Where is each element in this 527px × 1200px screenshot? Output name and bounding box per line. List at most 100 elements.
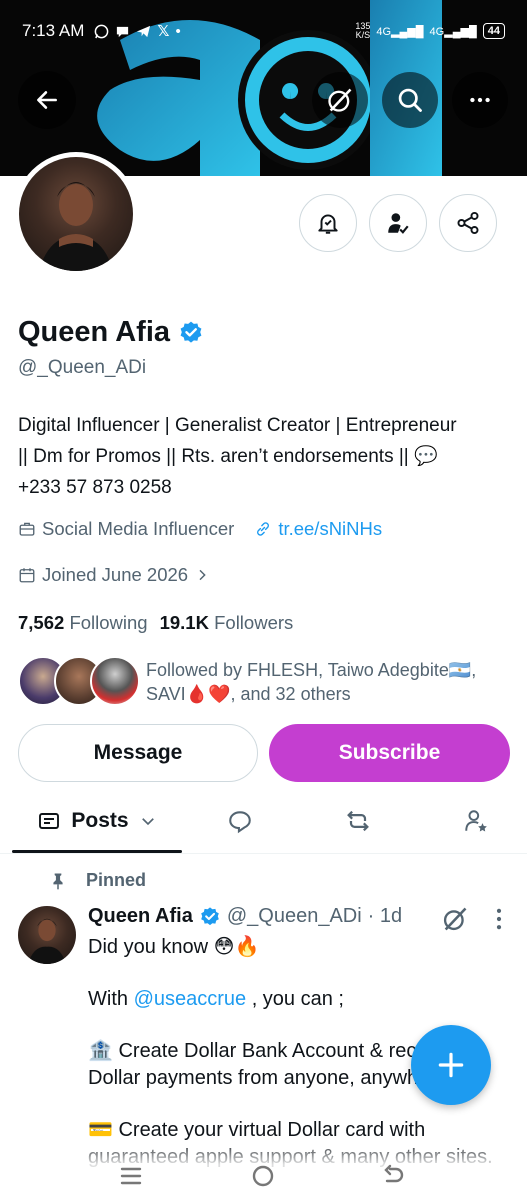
compose-button[interactable] [411, 1025, 491, 1105]
following-button[interactable] [369, 194, 427, 252]
followers-label: Followers [214, 612, 294, 633]
verified-badge-icon [201, 906, 219, 925]
following-label: Following [69, 612, 148, 633]
active-tab-indicator [12, 850, 182, 853]
status-notification-icons: 𝕏 • [94, 22, 181, 40]
followers-stat[interactable]: 19.1K Followers [160, 612, 294, 634]
followed-by-text: Followed by FHLESH, Taiwo Adegbite🇦🇷, SA… [146, 658, 521, 706]
post-header: Queen Afia @_Queen_ADi · 1d [88, 905, 402, 928]
home-circle-icon [252, 1165, 274, 1187]
tab-replies[interactable] [210, 790, 270, 852]
posts-icon [39, 813, 60, 829]
followed-by-line: SAVI🩸❤️, and 32 others [146, 684, 351, 704]
whatsapp-icon [95, 24, 109, 38]
nav-home-button[interactable] [243, 1158, 283, 1194]
bio-line: || Dm for Promos || Rts. aren’t endorsem… [18, 446, 438, 467]
status-time: 7:13 AM [22, 21, 85, 40]
back-button[interactable] [18, 71, 76, 129]
plus-icon [438, 1052, 464, 1078]
search-icon [398, 88, 422, 112]
post-text: , you can ; [246, 988, 344, 1010]
more-icon [470, 97, 490, 103]
pin-icon [53, 873, 63, 889]
profile-tabs: Posts [0, 790, 527, 854]
joined-date: Joined June 2026 [42, 564, 189, 585]
post-mention[interactable]: @useaccrue [134, 988, 247, 1010]
share-icon [457, 211, 479, 235]
chat-icon [117, 26, 129, 37]
following-stat[interactable]: 7,562 Following [18, 612, 148, 634]
message-button[interactable]: Message [18, 724, 258, 782]
name-row: Queen Afia [18, 316, 204, 349]
profile-handle: @_Queen_ADi [18, 357, 147, 378]
grok-icon [328, 88, 352, 112]
post-line: Did you know 😳🔥 [88, 936, 260, 958]
signal-2: 4G▂▄▆█ [429, 25, 477, 38]
recents-icon [120, 1167, 142, 1185]
bio-line: Digital Influencer | Generalist Creator … [18, 415, 457, 436]
verified-badge-icon[interactable] [178, 320, 204, 346]
post-author-name[interactable]: Queen Afia [88, 905, 193, 928]
followers-count: 19.1K [159, 612, 209, 633]
joined-row[interactable]: Joined June 2026 [18, 564, 210, 586]
signal-2-label: 4G [429, 25, 445, 38]
calendar-icon [19, 568, 35, 583]
nav-recents-button[interactable] [111, 1158, 151, 1194]
bio-phone[interactable]: +233 57 873 0258 [18, 472, 513, 503]
profile-category: Social Media Influencer [42, 518, 235, 539]
status-right: 135 K/S 4G▂▄▆█ 4G▂▄▆█ 44 [355, 22, 505, 40]
post-text: With [88, 988, 134, 1010]
battery-icon: 44 [482, 23, 505, 39]
profile-link[interactable]: tr.ee/sNiNHs [278, 518, 382, 540]
tab-posts-label: Posts [71, 809, 129, 832]
x-logo-icon: 𝕏 [157, 23, 170, 40]
post-avatar-figure [28, 918, 66, 964]
profile-banner[interactable]: 7:13 AM 𝕏 • 135 K/S 4G▂▄▆█ 4G▂▄▆█ 44 [0, 0, 527, 176]
pinned-indicator: Pinned [48, 870, 146, 891]
dot-icon: • [175, 22, 181, 40]
nav-back-button[interactable] [374, 1158, 414, 1194]
net-speed-unit: K/S [355, 30, 371, 40]
more-vertical-icon [496, 908, 502, 930]
back-arrow-icon [384, 1164, 404, 1183]
follow-stats: 7,562 Following 19.1K Followers [18, 612, 293, 634]
briefcase-icon [19, 522, 35, 536]
chevron-right-icon [199, 569, 206, 581]
chevron-down-icon [141, 818, 154, 826]
tab-posts[interactable]: Posts [12, 790, 182, 852]
search-button[interactable] [382, 72, 438, 128]
display-name: Queen Afia [18, 316, 171, 348]
grok-icon [443, 907, 467, 931]
post-line: With @useaccrue , you can ; [88, 986, 508, 1013]
link-icon [257, 522, 270, 536]
arrow-left-icon [37, 91, 57, 109]
more-button[interactable] [452, 72, 508, 128]
person-star-icon [465, 810, 487, 832]
share-button[interactable] [439, 194, 497, 252]
post-author-handle: @_Queen_ADi [226, 905, 362, 927]
person-check-icon [388, 213, 409, 234]
tab-affiliates[interactable] [446, 790, 506, 852]
post-time: · 1d [367, 905, 403, 927]
signal-1: 4G▂▄▆█ [376, 25, 424, 38]
subscribe-button[interactable]: Subscribe [269, 724, 510, 782]
avatar-figure [39, 182, 113, 271]
followed-by-line: Followed by FHLESH, Taiwo Adegbite🇦🇷, [146, 660, 477, 680]
signal-1-label: 4G [376, 25, 392, 38]
pinned-label: Pinned [86, 870, 147, 890]
avatar-photo [19, 157, 133, 271]
post-author-avatar[interactable] [18, 906, 76, 964]
profile-avatar[interactable] [14, 152, 138, 276]
net-speed: 135 K/S [355, 22, 370, 40]
profile-meta-row: Social Media Influencer tr.ee/sNiNHs [18, 518, 382, 540]
profile-bio: Digital Influencer | Generalist Creator … [18, 410, 513, 503]
reply-icon [229, 811, 251, 834]
notifications-button[interactable] [299, 194, 357, 252]
bell-check-icon [318, 214, 338, 234]
telegram-icon [137, 25, 151, 37]
tab-reposts[interactable] [328, 790, 388, 852]
follower-avatar [90, 656, 140, 706]
followed-by[interactable]: Followed by FHLESH, Taiwo Adegbite🇦🇷, SA… [18, 654, 518, 710]
grok-button[interactable] [312, 72, 368, 128]
system-nav-bar [0, 1152, 527, 1200]
